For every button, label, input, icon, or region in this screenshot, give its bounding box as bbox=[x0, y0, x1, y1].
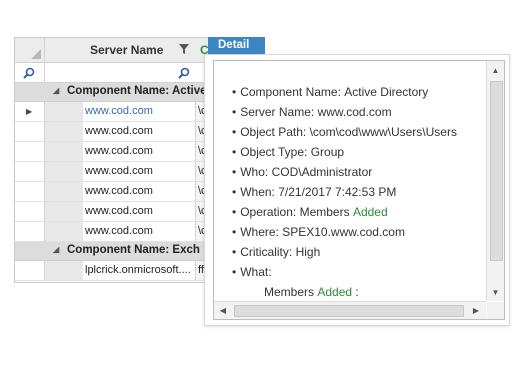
field-label: When: bbox=[240, 185, 275, 199]
field-operation: • Operation: Members Added bbox=[232, 205, 388, 219]
field-value: www.cod.com bbox=[317, 105, 392, 119]
row-indent bbox=[45, 142, 83, 161]
group-label: Component Name: Exch bbox=[67, 244, 200, 256]
row-indicator bbox=[15, 122, 45, 141]
row-indent bbox=[45, 162, 83, 181]
scroll-left-arrow-icon[interactable]: ◀ bbox=[215, 302, 231, 319]
field-label: Who: bbox=[240, 165, 269, 179]
row-indicator bbox=[15, 142, 45, 161]
field-label: Object Type: bbox=[240, 145, 308, 159]
row-indicator bbox=[15, 182, 45, 201]
row-indent bbox=[45, 182, 83, 201]
field-value: Group bbox=[310, 145, 345, 159]
field-highlight: Added bbox=[352, 205, 388, 219]
table-row[interactable]: www.cod.com \c bbox=[15, 162, 211, 182]
server-name-cell[interactable]: lplcrick.onmicrosoft.... bbox=[85, 264, 191, 276]
field-where: • Where: SPEX10.www.cod.com bbox=[232, 225, 405, 239]
data-grid: Server Name C ◢ Component Name: Active ▶… bbox=[14, 37, 212, 283]
field-label: Where: bbox=[240, 225, 279, 239]
field-who: • Who: COD\Administrator bbox=[232, 165, 373, 179]
search-icon[interactable] bbox=[178, 66, 190, 84]
field-value: Active Directory bbox=[344, 85, 429, 99]
scrollbar-corner bbox=[487, 302, 504, 319]
row-indent bbox=[45, 222, 83, 241]
search-icon[interactable] bbox=[23, 66, 35, 84]
field-label: Object Path: bbox=[240, 125, 307, 139]
what-detail: Members Added : bbox=[264, 285, 359, 299]
field-what: • What: bbox=[232, 265, 272, 279]
field-component-name: • Component Name: Active Directory bbox=[232, 85, 429, 99]
group-row[interactable]: ◢ Component Name: Exch bbox=[15, 242, 211, 261]
what-detail-label: Members bbox=[264, 285, 315, 299]
group-row[interactable]: ◢ Component Name: Active bbox=[15, 83, 211, 102]
field-label: What: bbox=[240, 265, 272, 279]
horizontal-scroll-thumb[interactable] bbox=[234, 305, 464, 317]
filter-row bbox=[15, 63, 211, 83]
server-name-cell[interactable]: www.cod.com bbox=[85, 165, 153, 177]
field-label: Server Name: bbox=[240, 105, 315, 119]
what-detail-suffix: : bbox=[355, 285, 359, 299]
field-label: Component Name: bbox=[240, 85, 341, 99]
field-object-path: • Object Path: \com\cod\www\Users\Users bbox=[232, 125, 457, 139]
field-value: High bbox=[295, 245, 321, 259]
scroll-up-arrow-icon[interactable]: ▲ bbox=[487, 63, 504, 79]
row-indent bbox=[45, 122, 83, 141]
table-row[interactable]: lplcrick.onmicrosoft.... fff bbox=[15, 261, 211, 281]
row-indent bbox=[45, 261, 83, 280]
column-header-server-name[interactable]: Server Name bbox=[90, 43, 163, 57]
field-when: • When: 7/21/2017 7:42:53 PM bbox=[232, 185, 397, 199]
table-row[interactable]: www.cod.com \c bbox=[15, 182, 211, 202]
what-detail-highlight: Added bbox=[317, 285, 353, 299]
filter-separator bbox=[44, 63, 45, 82]
detail-content-box: • Component Name: Active Directory • Serve… bbox=[213, 60, 505, 320]
server-name-cell[interactable]: www.cod.com bbox=[85, 185, 153, 197]
field-value: Members bbox=[299, 205, 350, 219]
table-row[interactable]: www.cod.com \c bbox=[15, 202, 211, 222]
field-value: COD\Administrator bbox=[271, 165, 373, 179]
row-indent bbox=[45, 202, 83, 221]
field-label: Operation: bbox=[240, 205, 297, 219]
field-object-type: • Object Type: Group bbox=[232, 145, 345, 159]
vertical-scrollbar[interactable]: ▲ ▼ bbox=[486, 61, 504, 301]
row-indicator bbox=[15, 202, 45, 221]
table-row[interactable]: ▶ www.cod.com \c bbox=[15, 102, 211, 122]
server-name-cell[interactable]: www.cod.com bbox=[85, 145, 153, 157]
row-indicator: ▶ bbox=[15, 102, 45, 121]
field-criticality: • Criticality: High bbox=[232, 245, 321, 259]
row-indicator bbox=[15, 261, 45, 280]
collapse-triangle-icon[interactable]: ◢ bbox=[53, 245, 59, 254]
filter-icon[interactable] bbox=[178, 43, 190, 58]
field-server-name: • Server Name: www.cod.com bbox=[232, 105, 392, 119]
current-row-arrow-icon: ▶ bbox=[26, 107, 33, 116]
row-indicator bbox=[15, 222, 45, 241]
table-row[interactable]: www.cod.com \c bbox=[15, 122, 211, 142]
grid-header: Server Name C bbox=[15, 38, 211, 63]
field-label: Criticality: bbox=[240, 245, 293, 259]
server-name-cell[interactable]: www.cod.com bbox=[85, 125, 153, 137]
vertical-scroll-thumb[interactable] bbox=[490, 81, 503, 261]
corner-triangle-icon bbox=[31, 49, 41, 59]
table-row[interactable]: www.cod.com \c bbox=[15, 142, 211, 162]
server-name-cell[interactable]: www.cod.com bbox=[85, 205, 153, 217]
grid-corner[interactable] bbox=[15, 38, 45, 62]
detail-panel: • Component Name: Active Directory • Serve… bbox=[204, 54, 510, 326]
tab-detail[interactable]: Detail bbox=[208, 37, 265, 54]
scroll-down-arrow-icon[interactable]: ▼ bbox=[487, 285, 504, 301]
group-label: Component Name: Active bbox=[67, 85, 207, 97]
scroll-right-arrow-icon[interactable]: ▶ bbox=[468, 302, 484, 319]
field-value: \com\cod\www\Users\Users bbox=[309, 125, 457, 139]
row-indicator bbox=[15, 162, 45, 181]
collapse-triangle-icon[interactable]: ◢ bbox=[53, 86, 59, 95]
row-indent bbox=[45, 102, 83, 121]
horizontal-scrollbar[interactable]: ◀ ▶ bbox=[214, 301, 486, 319]
field-value: SPEX10.www.cod.com bbox=[282, 225, 405, 239]
table-row[interactable]: www.cod.com \c bbox=[15, 222, 211, 242]
server-name-cell[interactable]: www.cod.com bbox=[85, 105, 153, 117]
server-name-cell[interactable]: www.cod.com bbox=[85, 225, 153, 237]
field-value: 7/21/2017 7:42:53 PM bbox=[278, 185, 397, 199]
